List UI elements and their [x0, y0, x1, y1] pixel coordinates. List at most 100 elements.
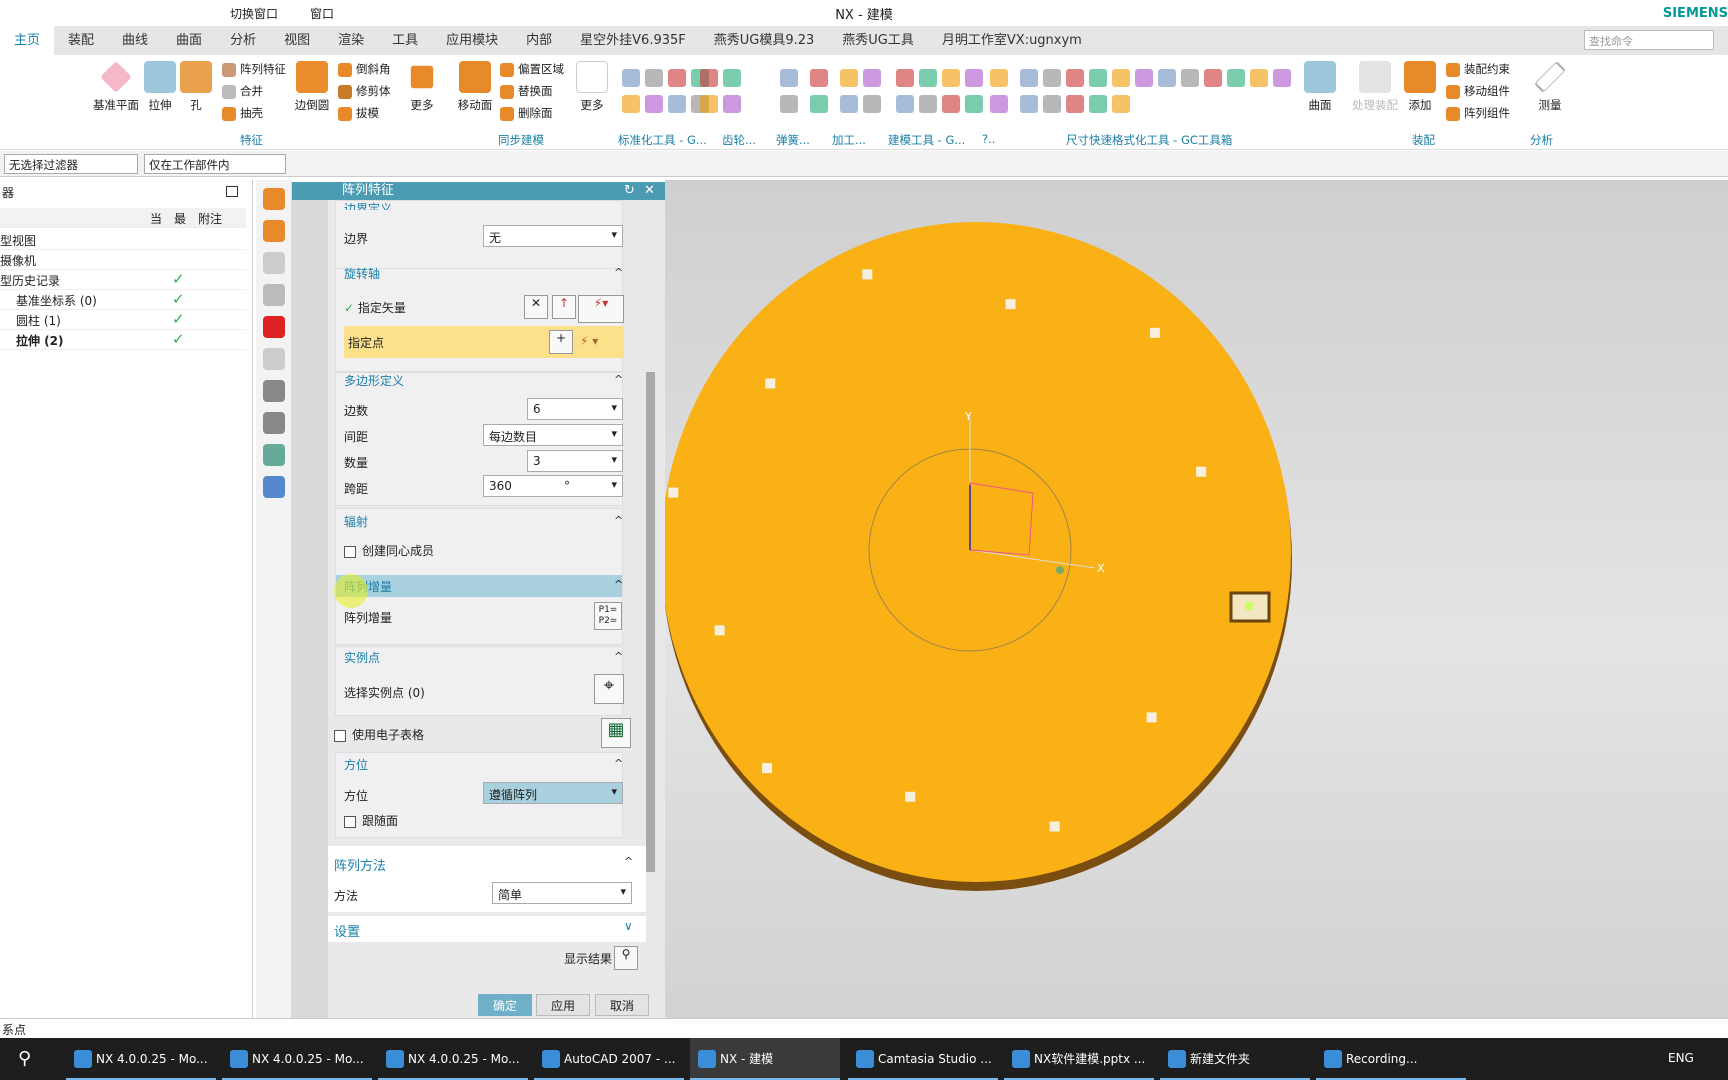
taskbar-item[interactable]: Camtasia Studio ... [848, 1038, 998, 1080]
tab-0[interactable]: 主页 [0, 26, 55, 55]
crosshair-icon[interactable]: ⌖ [594, 674, 624, 704]
pad-feature[interactable] [765, 378, 776, 389]
tool-icon[interactable] [668, 95, 686, 113]
taskbar-item[interactable]: NX 4.0.0.25 - Mo... [222, 1038, 372, 1080]
span-field[interactable]: 360 ° [483, 475, 623, 497]
tool-icon[interactable] [840, 69, 858, 87]
tool-icon[interactable] [780, 95, 798, 113]
boundary-header[interactable]: 边界定义 [344, 200, 392, 210]
group-spring[interactable]: 弹簧... [776, 132, 810, 148]
collapse-icon[interactable]: ^ [614, 757, 623, 770]
show-result-button[interactable]: ⚲ [614, 946, 638, 970]
orientation-dropdown[interactable]: 遵循阵列 [483, 782, 623, 804]
collapse-icon[interactable]: ^ [614, 373, 623, 386]
spreadsheet-checkbox[interactable]: 使用电子表格 [334, 726, 424, 743]
close-icon[interactable]: ✕ [644, 182, 655, 200]
tool-icon[interactable] [1135, 69, 1153, 87]
graphics-viewport[interactable]: Y X [661, 180, 1728, 1018]
method-dropdown[interactable]: 简单 [492, 882, 632, 904]
tool-icon[interactable] [700, 69, 718, 87]
pad-feature[interactable] [714, 625, 725, 636]
handle-assembly-button[interactable]: 处理装配 [1350, 61, 1400, 113]
apply-button[interactable]: 应用 [536, 994, 590, 1016]
tool-icon[interactable] [1043, 95, 1061, 113]
inferred-point-dropdown[interactable]: ⚡ ▾ [580, 334, 598, 348]
tool-icon[interactable] [1158, 69, 1176, 87]
pad-feature[interactable] [1146, 712, 1157, 723]
tool-icon[interactable] [723, 95, 741, 113]
measure-button[interactable]: 测量 [1530, 61, 1570, 113]
tool-icon[interactable] [1227, 69, 1245, 87]
tab-7[interactable]: 工具 [378, 26, 432, 55]
taskbar-item[interactable]: NX 4.0.0.25 - Mo... [378, 1038, 528, 1080]
surface-button[interactable]: 曲面 [1300, 61, 1340, 113]
draft-button[interactable]: 拔模 [338, 105, 379, 121]
tool-icon[interactable] [645, 69, 663, 87]
collapse-icon[interactable]: ^ [624, 855, 633, 868]
specify-point-row[interactable]: 指定点 + ⚡ ▾ [344, 326, 624, 358]
ok-button[interactable]: 确定 [478, 994, 532, 1016]
tool-icon[interactable] [622, 69, 640, 87]
reverse-direction-icon[interactable]: ✕ [524, 295, 548, 319]
edge-blend-button[interactable]: 边倒圆 [292, 61, 332, 113]
dialog-scrollbar[interactable] [646, 372, 655, 872]
extrude-button[interactable]: 拉伸 [140, 61, 180, 113]
vector-dialog-icon[interactable]: ↑ [552, 295, 576, 319]
point-handle[interactable] [1056, 566, 1064, 574]
hole-button[interactable]: 孔 [178, 61, 214, 113]
tool-icon[interactable] [780, 69, 798, 87]
navigator-row[interactable]: 型历史记录 ✓ [0, 270, 246, 290]
group-gear[interactable]: 齿轮... [722, 132, 756, 148]
resource-tab-icon[interactable] [263, 316, 285, 338]
tool-icon[interactable] [1089, 95, 1107, 113]
tool-icon[interactable] [1250, 69, 1268, 87]
polygon-header[interactable]: 多边形定义 [344, 372, 404, 389]
model-view[interactable]: Y X [661, 180, 1728, 1018]
collapse-icon[interactable]: ^ [614, 514, 623, 527]
collapse-icon[interactable]: ^ [614, 650, 623, 663]
tool-icon[interactable] [863, 69, 881, 87]
maximize-icon[interactable] [226, 186, 238, 197]
increment-icon[interactable]: P1= P2= [594, 602, 622, 630]
pad-feature[interactable] [761, 763, 772, 774]
resource-tab-icon[interactable] [263, 412, 285, 434]
tool-icon[interactable] [919, 95, 937, 113]
tool-icon[interactable] [990, 69, 1008, 87]
tool-icon[interactable] [863, 95, 881, 113]
tool-icon[interactable] [990, 95, 1008, 113]
select-instance-label[interactable]: 选择实例点 (0) [344, 684, 425, 701]
group-dim[interactable]: 尺寸快速格式化工具 - GC工具箱 [1066, 132, 1232, 148]
replace-face-button[interactable]: 替换面 [500, 83, 553, 99]
taskbar-item[interactable]: NX - 建模 [690, 1038, 840, 1080]
tab-9[interactable]: 内部 [512, 26, 566, 55]
spacing-dropdown[interactable]: 每边数目 [483, 424, 623, 446]
more-sync-button[interactable]: 更多 [574, 61, 610, 113]
concentric-checkbox[interactable]: 创建同心成员 [344, 542, 434, 559]
more-features-button[interactable]: 更多 [404, 61, 440, 113]
pad-feature[interactable] [1149, 327, 1160, 338]
method-header[interactable]: 阵列方法 [334, 855, 386, 874]
tool-icon[interactable] [896, 95, 914, 113]
resource-tab-icon[interactable] [263, 348, 285, 370]
resource-tab-icon[interactable] [263, 252, 285, 274]
navigator-row[interactable]: 拉伸 (2) ✓ [0, 330, 246, 350]
pad-feature[interactable] [905, 791, 916, 802]
tab-1[interactable]: 装配 [54, 26, 108, 55]
orientation-header[interactable]: 方位 [344, 756, 368, 773]
group-std[interactable]: 标准化工具 - G... [618, 132, 707, 148]
navigator-row[interactable]: 圆柱 (1) ✓ [0, 310, 246, 330]
tool-icon[interactable] [723, 69, 741, 87]
unite-button[interactable]: 合并 [222, 83, 263, 99]
taskbar-item[interactable]: NX软件建模.pptx ... [1004, 1038, 1154, 1080]
tool-icon[interactable] [942, 95, 960, 113]
sides-field[interactable]: 6 [527, 398, 623, 420]
navigator-row[interactable]: 型视图 [0, 230, 246, 250]
search-icon[interactable]: ⚲ [18, 1048, 31, 1069]
tool-icon[interactable] [965, 69, 983, 87]
collapse-icon[interactable]: ^ [614, 266, 623, 279]
tool-icon[interactable] [942, 69, 960, 87]
boundary-dropdown[interactable]: 无 [483, 225, 623, 247]
tab-8[interactable]: 应用模块 [432, 26, 512, 55]
tab-5[interactable]: 视图 [270, 26, 324, 55]
tool-icon[interactable] [896, 69, 914, 87]
